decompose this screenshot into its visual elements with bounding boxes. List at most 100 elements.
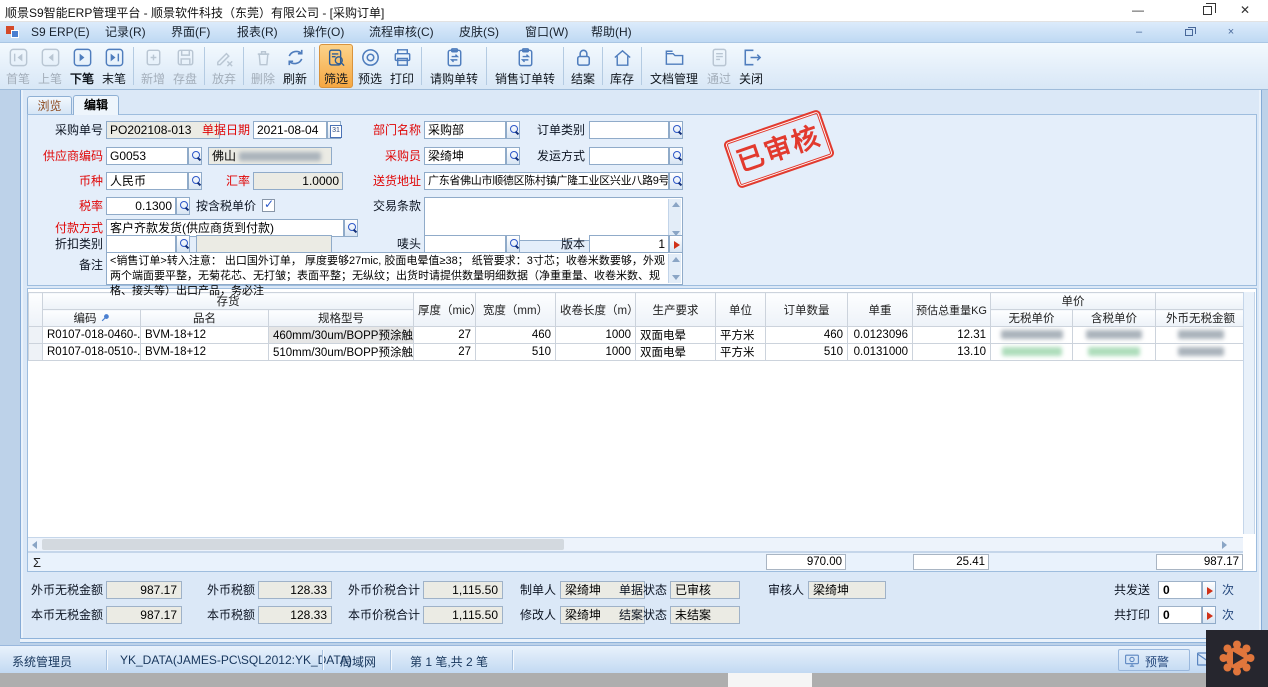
- filter-button[interactable]: 筛选: [319, 44, 353, 88]
- cell-price-inc-redacted[interactable]: [1073, 327, 1156, 344]
- inventory-button[interactable]: 库存: [607, 44, 637, 88]
- new-button[interactable]: 新增: [138, 44, 168, 88]
- cell-thickness[interactable]: 27: [414, 327, 476, 344]
- menu-record[interactable]: 记录(R): [96, 24, 155, 41]
- cell-roll-length[interactable]: 1000: [556, 344, 636, 361]
- cell-est-weight[interactable]: 12.31: [913, 327, 991, 344]
- cell-name[interactable]: BVM-18+12: [141, 344, 269, 361]
- cell-prod-req[interactable]: 双面电晕: [636, 327, 716, 344]
- save-button[interactable]: 存盘: [170, 44, 200, 88]
- sent-count-spin-button[interactable]: [1202, 581, 1216, 599]
- remark-scrollbar[interactable]: [668, 254, 681, 283]
- col-header-spec[interactable]: 规格型号: [269, 310, 414, 327]
- pin-icon[interactable]: [100, 313, 110, 323]
- col-header-price-ex[interactable]: 无税单价: [991, 310, 1073, 327]
- shipping-mark-field[interactable]: [424, 235, 506, 253]
- supplier-lookup-button[interactable]: [188, 147, 202, 165]
- tax-rate-lookup-button[interactable]: [176, 197, 190, 215]
- cell-unit[interactable]: 平方米: [716, 344, 766, 361]
- order-type-field[interactable]: [589, 121, 669, 139]
- cell-spec[interactable]: 460mm/30um/BOPP预涂触...: [269, 327, 414, 344]
- first-record-button[interactable]: 首笔: [3, 44, 33, 88]
- tax-rate-field[interactable]: 0.1300: [106, 197, 176, 215]
- mdi-restore-button[interactable]: [1180, 25, 1198, 40]
- cell-qty[interactable]: 510: [766, 344, 848, 361]
- col-header-code[interactable]: 编码: [43, 310, 141, 327]
- cell-unit[interactable]: 平方米: [716, 327, 766, 344]
- cell-thickness[interactable]: 27: [414, 344, 476, 361]
- menu-skin[interactable]: 皮肤(S): [450, 24, 508, 41]
- col-header-qty[interactable]: 订单数量: [766, 293, 848, 327]
- cell-price-ex-redacted[interactable]: [991, 344, 1073, 361]
- cell-unit-weight[interactable]: 0.0131000: [848, 344, 913, 361]
- menu-ui[interactable]: 界面(F): [162, 24, 219, 41]
- cell-width[interactable]: 510: [476, 344, 556, 361]
- cell-foreign-amount-redacted[interactable]: [1156, 327, 1246, 344]
- sent-count-field[interactable]: 0: [1158, 581, 1202, 599]
- trade-terms-scrollbar[interactable]: [668, 199, 681, 239]
- payment-method-lookup-button[interactable]: [344, 219, 358, 237]
- cell-code[interactable]: R0107-018-0510-...: [43, 344, 141, 361]
- screen-recorder-overlay[interactable]: [1206, 630, 1268, 687]
- print-count-spin-button[interactable]: [1202, 606, 1216, 624]
- col-header-name[interactable]: 品名: [141, 310, 269, 327]
- print-count-field[interactable]: 0: [1158, 606, 1202, 624]
- discount-type-lookup-button[interactable]: [176, 235, 190, 253]
- col-header-foreign-amount[interactable]: 外币无税金额: [1156, 310, 1246, 327]
- scrollbar-thumb[interactable]: [42, 539, 564, 550]
- cell-qty[interactable]: 460: [766, 327, 848, 344]
- grid-horizontal-scrollbar[interactable]: [28, 537, 1243, 552]
- scroll-right-arrow[interactable]: [1222, 541, 1227, 549]
- cell-roll-length[interactable]: 1000: [556, 327, 636, 344]
- document-management-button[interactable]: 文档管理: [646, 44, 702, 88]
- close-case-button[interactable]: 结案: [568, 44, 598, 88]
- delivery-address-field[interactable]: 广东省佛山市顺德区陈村镇广隆工业区兴业八路9号之一: [424, 172, 669, 190]
- calendar-button[interactable]: [327, 121, 341, 139]
- col-header-price-inc[interactable]: 含税单价: [1073, 310, 1156, 327]
- abandon-button[interactable]: 放弃: [209, 44, 239, 88]
- col-header-unit-weight[interactable]: 单重: [848, 293, 913, 327]
- scroll-left-arrow[interactable]: [32, 541, 37, 549]
- cell-est-weight[interactable]: 13.10: [913, 344, 991, 361]
- refresh-button[interactable]: 刷新: [280, 44, 310, 88]
- discount-type-field[interactable]: [106, 235, 176, 253]
- cell-code[interactable]: R0107-018-0460-...: [43, 327, 141, 344]
- doc-date-field[interactable]: 2021-08-04: [253, 121, 327, 139]
- alert-button[interactable]: 预警: [1118, 649, 1190, 671]
- exit-button[interactable]: 关闭: [736, 44, 766, 88]
- dept-lookup-button[interactable]: [506, 121, 520, 139]
- cell-width[interactable]: 460: [476, 327, 556, 344]
- order-type-lookup-button[interactable]: [669, 121, 683, 139]
- ship-method-lookup-button[interactable]: [669, 147, 683, 165]
- cell-name[interactable]: BVM-18+12: [141, 327, 269, 344]
- delete-button[interactable]: 删除: [248, 44, 278, 88]
- tab-edit[interactable]: 编辑: [73, 95, 119, 115]
- cell-prod-req[interactable]: 双面电晕: [636, 344, 716, 361]
- menu-window[interactable]: 窗口(W): [516, 24, 577, 41]
- table-row[interactable]: R0107-018-0460-... BVM-18+12 460mm/30um/…: [29, 327, 1246, 344]
- supplier-code-field[interactable]: G0053: [106, 147, 188, 165]
- tab-browse[interactable]: 浏览: [27, 96, 72, 115]
- cell-foreign-amount-redacted[interactable]: [1156, 344, 1246, 361]
- prev-record-button[interactable]: 上笔: [35, 44, 65, 88]
- next-record-button[interactable]: 下笔: [67, 44, 97, 88]
- ship-method-field[interactable]: [589, 147, 669, 165]
- menu-workflow[interactable]: 流程审核(C): [360, 24, 443, 41]
- table-row[interactable]: R0107-018-0510-... BVM-18+12 510mm/30um/…: [29, 344, 1246, 361]
- menu-report[interactable]: 报表(R): [228, 24, 287, 41]
- purchase-request-transfer-button[interactable]: 请购单转: [426, 44, 482, 88]
- version-field[interactable]: 1: [589, 235, 669, 253]
- cell-unit-weight[interactable]: 0.0123096: [848, 327, 913, 344]
- menu-operate[interactable]: 操作(O): [294, 24, 353, 41]
- tax-included-checkbox[interactable]: [262, 199, 275, 212]
- buyer-field[interactable]: 梁绮坤: [424, 147, 506, 165]
- cell-price-ex-redacted[interactable]: [991, 327, 1073, 344]
- minimize-button[interactable]: —: [1115, 0, 1161, 22]
- col-header-unit[interactable]: 单位: [716, 293, 766, 327]
- col-header-est-weight[interactable]: 预估总重量KG: [913, 293, 991, 327]
- print-button[interactable]: 打印: [387, 44, 417, 88]
- menu-s9erp[interactable]: S9 ERP(E): [22, 24, 99, 41]
- remark-textarea[interactable]: <销售订单>转入注意： 出口国外订单， 厚度要够27mic, 胶面电晕值≥38；…: [106, 252, 683, 285]
- shipping-mark-lookup-button[interactable]: [506, 235, 520, 253]
- grid-vertical-scrollbar[interactable]: [1243, 292, 1255, 534]
